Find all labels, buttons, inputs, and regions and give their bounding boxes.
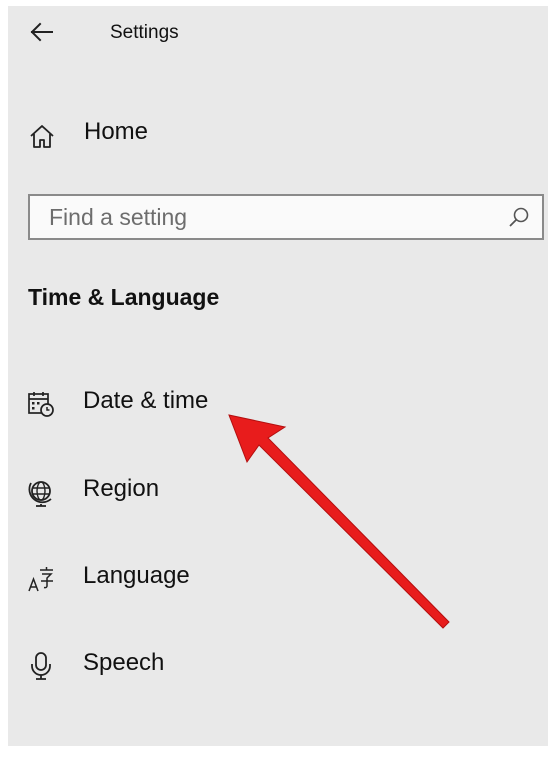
nav-item-date-time-label: Date & time <box>83 387 209 414</box>
nav-item-language[interactable]: Language <box>8 549 548 607</box>
search-box[interactable] <box>28 194 544 240</box>
language-icon <box>26 564 56 594</box>
settings-sidebar: Settings Home Time & Language <box>8 6 548 746</box>
section-heading: Time & Language <box>28 284 220 310</box>
nav-item-speech-label: Speech <box>83 649 165 676</box>
microphone-icon <box>26 651 56 681</box>
globe-icon <box>26 477 56 507</box>
search-input[interactable] <box>30 196 500 238</box>
calendar-clock-icon <box>26 389 56 419</box>
back-arrow-icon[interactable] <box>28 14 68 50</box>
nav-item-language-label: Language <box>83 562 190 589</box>
home-icon <box>28 122 56 150</box>
nav-item-home-label: Home <box>84 118 149 145</box>
nav-item-region-label: Region <box>83 475 160 502</box>
nav-item-date-time[interactable]: Date & time <box>8 374 548 432</box>
nav-item-home[interactable]: Home <box>8 106 548 164</box>
window-title: Settings <box>110 22 179 43</box>
nav-item-speech[interactable]: Speech <box>8 636 548 694</box>
nav-item-region[interactable]: Region <box>8 462 548 520</box>
search-icon[interactable] <box>508 206 530 228</box>
